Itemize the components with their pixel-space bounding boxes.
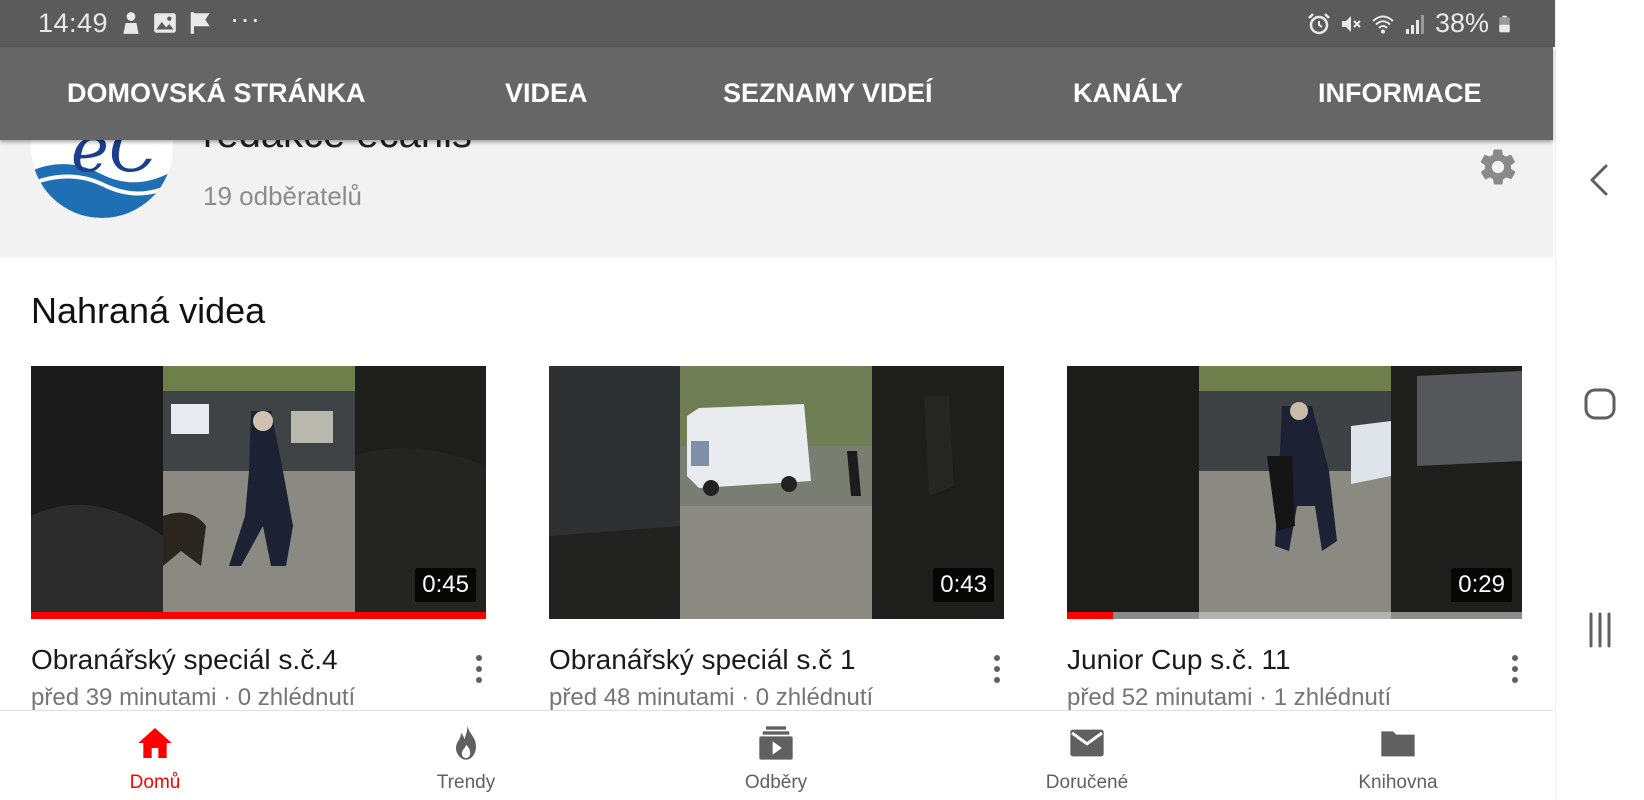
video-title[interactable]: Junior Cup s.č. 11 <box>1067 644 1291 676</box>
watch-progress-track <box>1067 612 1522 619</box>
nav-inbox[interactable]: Doručené <box>1007 711 1167 800</box>
section-title: Nahraná videa <box>31 290 266 331</box>
video-meta: před 48 minutami · 0 zhlédnutí <box>549 684 874 711</box>
tab-channels[interactable]: KANÁLY <box>1073 47 1183 140</box>
youtube-channel-screen: 14:49 ··· 38% DOMOVSKÁ STRÁNKA VIDEA SEZ… <box>0 0 1644 800</box>
nav-subscriptions-label: Odběry <box>744 772 808 793</box>
video-meta: před 39 minutami · 0 zhlédnutí <box>31 684 356 711</box>
recents-icon[interactable] <box>1580 610 1620 650</box>
video-thumbnail[interactable]: 0:43 <box>549 366 1004 619</box>
more-dots-icon: ··· <box>230 3 261 34</box>
status-time: 14:49 <box>38 8 109 38</box>
nav-library[interactable]: Knihovna <box>1318 711 1478 800</box>
subscriber-count: 19 odběratelů <box>203 181 363 211</box>
video-card: 0:29 Junior Cup s.č. 11 před 52 minutami… <box>1067 366 1522 716</box>
mail-icon <box>1070 729 1104 757</box>
mute-icon <box>1341 15 1361 32</box>
battery-percent: 38% <box>1434 8 1489 38</box>
tab-videos[interactable]: VIDEA <box>505 47 588 140</box>
video-meta: před 52 minutami · 1 zhlédnutí <box>1067 684 1392 711</box>
video-thumbnail[interactable]: 0:29 <box>1067 366 1522 619</box>
watch-progress-bar <box>1067 612 1113 619</box>
alarm-icon <box>1308 12 1330 34</box>
image-icon <box>154 13 176 33</box>
more-vert-icon[interactable] <box>990 652 1004 686</box>
nav-trending[interactable]: Trendy <box>386 711 546 800</box>
bottom-navigation: Domů Trendy Odběry Doručené Knihovna <box>0 710 1553 800</box>
nav-library-label: Knihovna <box>1358 772 1438 793</box>
flag-check-icon <box>190 12 210 34</box>
signal-icon <box>1405 14 1424 34</box>
avatar[interactable]: eC <box>31 140 173 218</box>
video-thumbnail[interactable]: 0:45 <box>31 366 486 619</box>
nav-subscriptions[interactable]: Odběry <box>696 711 856 800</box>
back-icon[interactable] <box>1580 160 1620 200</box>
video-card: 0:45 Obranářský speciál s.č.4 před 39 mi… <box>31 366 486 716</box>
nav-home[interactable]: Domů <box>75 711 235 800</box>
video-title[interactable]: Obranářský speciál s.č 1 <box>549 644 856 676</box>
subscriptions-icon <box>759 726 793 760</box>
status-bar: 14:49 ··· 38% <box>0 0 1555 47</box>
watch-progress-bar <box>31 612 486 619</box>
battery-icon <box>1499 15 1510 32</box>
fire-icon <box>456 724 476 760</box>
nav-inbox-label: Doručené <box>1045 772 1129 793</box>
home-button-icon[interactable] <box>1580 384 1620 424</box>
channel-header: eC redakce ecanis 19 odběratelů <box>0 140 1553 258</box>
person-notification-icon <box>123 12 139 34</box>
channel-name: redakce ecanis <box>203 140 472 157</box>
avatar-logo-text: eC <box>71 140 158 187</box>
nav-trending-label: Trendy <box>436 772 496 793</box>
duration-badge: 0:43 <box>933 568 994 602</box>
duration-badge: 0:45 <box>415 568 476 602</box>
video-card: 0:43 Obranářský speciál s.č 1 před 48 mi… <box>549 366 1004 716</box>
tab-playlists[interactable]: SEZNAMY VIDEÍ <box>723 47 933 140</box>
home-icon <box>138 728 172 758</box>
more-vert-icon[interactable] <box>1508 652 1522 686</box>
nav-home-label: Domů <box>129 772 181 793</box>
system-navigation-bar <box>1555 0 1644 800</box>
more-vert-icon[interactable] <box>472 652 486 686</box>
folder-icon <box>1381 731 1415 757</box>
tab-about[interactable]: INFORMACE <box>1318 47 1482 140</box>
wifi-icon <box>1372 15 1394 33</box>
channel-tabs: DOMOVSKÁ STRÁNKA VIDEA SEZNAMY VIDEÍ KAN… <box>0 47 1553 140</box>
tab-home[interactable]: DOMOVSKÁ STRÁNKA <box>67 47 366 140</box>
duration-badge: 0:29 <box>1451 568 1512 602</box>
gear-icon[interactable] <box>1477 146 1519 188</box>
video-title[interactable]: Obranářský speciál s.č.4 <box>31 644 338 676</box>
